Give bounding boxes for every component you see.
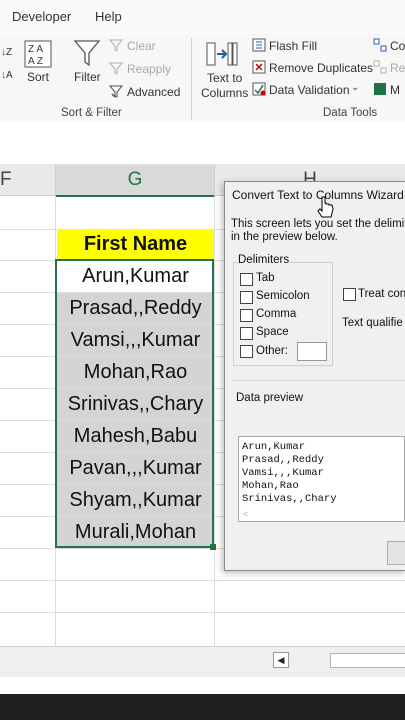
selection-range-border (55, 259, 214, 548)
svg-text:A Z: A Z (28, 56, 43, 67)
svg-text:Z A: Z A (28, 44, 43, 55)
flash-fill-button[interactable]: Flash Fill (269, 39, 317, 53)
text-qualifier-label: Text qualifie (342, 317, 403, 329)
preview-line: Srinivas,,Chary (242, 493, 337, 505)
scroll-left-icon[interactable]: ◀ (273, 652, 289, 668)
data-validation-button[interactable]: Data Validation (269, 83, 350, 97)
cell-header-first-name[interactable]: First Name (57, 229, 214, 260)
text-to-columns-label-2[interactable]: Columns (201, 86, 248, 100)
preview-line: Arun,Kumar (242, 441, 306, 453)
remove-duplicates-icon (252, 60, 266, 74)
reapply-button[interactable]: Reapply (127, 62, 171, 76)
taskbar-strip (0, 694, 405, 720)
tab-help[interactable]: Help (95, 9, 122, 24)
text-to-columns-label-1[interactable]: Text to (207, 71, 242, 85)
column-header-f-label: F (0, 169, 12, 190)
data-preview-label: Data preview (236, 392, 304, 404)
data-validation-icon (252, 82, 266, 96)
dialog-intro-line1: This screen lets you set the delimite (231, 218, 405, 230)
svg-text:Z: Z (6, 47, 12, 58)
remove-duplicates-button[interactable]: Remove Duplicates (269, 61, 373, 75)
clear-filter-icon (108, 38, 124, 52)
other-delimiter-input[interactable] (297, 342, 327, 361)
space-checkbox-label: Space (256, 326, 289, 338)
ribbon-separator (191, 38, 192, 120)
tab-checkbox[interactable] (240, 273, 253, 286)
preview-line: Vamsi,,,Kumar (242, 467, 324, 479)
data-preview-box[interactable]: Arun,Kumar Prasad,,Reddy Vamsi,,,Kumar M… (238, 436, 405, 522)
sort-az-icon[interactable]: ↓ Z ↓ A (0, 40, 18, 86)
data-tools-group-label: Data Tools (323, 107, 378, 119)
other-checkbox-label: Other: (256, 345, 288, 357)
svg-text:A: A (6, 70, 13, 81)
semicolon-checkbox-label: Semicolon (256, 290, 310, 302)
column-header-g-label: G (127, 169, 143, 190)
data-model-icon (373, 82, 387, 96)
preview-scroll-left-icon[interactable]: < (243, 509, 248, 519)
flash-fill-icon (252, 38, 266, 52)
column-header-g[interactable]: G (56, 165, 215, 197)
preview-line: Mohan,Rao (242, 480, 299, 492)
clear-button[interactable]: Clear (127, 39, 156, 53)
treat-consecutive-checkbox[interactable] (343, 288, 356, 301)
horizontal-scrollbar[interactable] (330, 653, 405, 668)
semicolon-checkbox[interactable] (240, 291, 253, 304)
reapply-icon (108, 61, 124, 75)
delimiters-label: Delimiters (237, 254, 291, 266)
dialog-next-button[interactable] (387, 541, 405, 565)
sort-button[interactable]: Sort (27, 70, 49, 84)
dialog-divider (231, 380, 405, 381)
treat-consecutive-label: Treat con (358, 288, 405, 300)
tab-checkbox-label: Tab (256, 272, 275, 284)
column-header-f[interactable]: F (0, 165, 56, 196)
grid-row-line (0, 612, 405, 613)
fill-handle[interactable] (210, 544, 216, 550)
space-checkbox[interactable] (240, 327, 253, 340)
advanced-button[interactable]: Advanced (127, 85, 180, 99)
sort-filter-group-label: Sort & Filter (61, 107, 122, 119)
dialog-intro-line2: in the preview below. (231, 231, 338, 243)
grid-row-line (0, 580, 405, 581)
consolidate-icon (373, 38, 387, 52)
data-validation-dropdown-icon[interactable]: ⌄ (351, 82, 359, 93)
grid-col-line (214, 196, 215, 646)
comma-checkbox-label: Comma (256, 308, 297, 320)
relationships-icon (373, 60, 387, 74)
other-checkbox[interactable] (240, 345, 253, 358)
data-model-button[interactable]: M (390, 83, 400, 97)
preview-line: Prasad,,Reddy (242, 454, 324, 466)
formula-bar-area (0, 122, 405, 165)
advanced-filter-icon (108, 84, 124, 98)
consolidate-button[interactable]: Co (390, 39, 405, 53)
filter-button[interactable]: Filter (74, 70, 101, 84)
sort-icon[interactable]: Z AA Z (24, 40, 52, 68)
text-to-columns-icon[interactable] (205, 40, 239, 68)
relationships-button[interactable]: Re (390, 61, 405, 75)
tab-developer[interactable]: Developer (12, 9, 71, 24)
filter-funnel-icon[interactable] (73, 38, 101, 68)
comma-checkbox[interactable] (240, 309, 253, 322)
